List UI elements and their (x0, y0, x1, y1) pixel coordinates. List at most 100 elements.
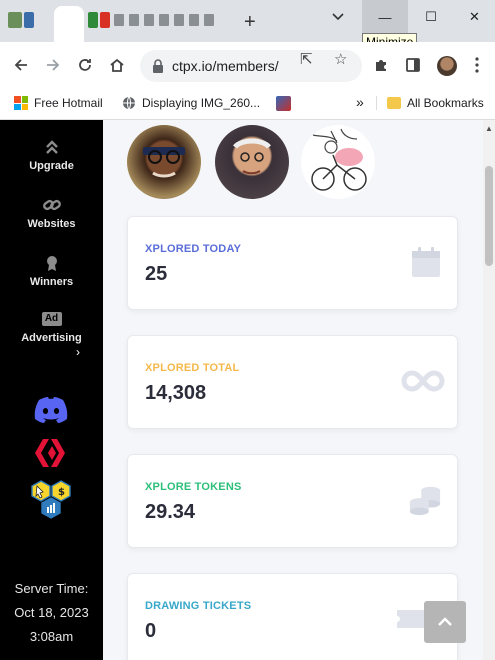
discord-icon (34, 397, 68, 423)
avatar-face-illustration (233, 138, 271, 175)
all-bookmarks-button[interactable]: All Bookmarks (376, 96, 484, 110)
lock-icon[interactable] (152, 59, 164, 73)
browser-menu-button[interactable] (466, 54, 488, 76)
minimize-button[interactable]: — (362, 0, 408, 34)
url-text[interactable]: ctpx.io/members/ (172, 58, 279, 74)
server-clock: 3:08am (29, 629, 74, 644)
infinity-icon (401, 370, 445, 392)
member-sidebar: Upgrade Websites Winners Ad Advertising … (0, 120, 103, 660)
medal-icon (46, 256, 57, 271)
close-icon: ✕ (469, 9, 480, 24)
home-button[interactable] (106, 54, 128, 76)
scroll-to-top-button[interactable] (424, 601, 466, 643)
bookmark-star-icon[interactable]: ☆ (334, 50, 347, 68)
member-avatar-2[interactable] (215, 125, 289, 199)
home-icon (110, 58, 124, 72)
bookmark-image-icon[interactable] (276, 96, 291, 111)
sidebar-item-label: Websites (27, 218, 76, 230)
globe-icon (123, 96, 135, 110)
discord-link[interactable] (33, 396, 69, 429)
forward-button[interactable] (42, 54, 64, 76)
side-panel-icon (406, 58, 420, 72)
scroll-up-arrow-icon[interactable]: ▲ (485, 124, 493, 133)
avatar-cartoon-illustration (311, 128, 367, 191)
sidebar-item-label: Winners (29, 276, 74, 288)
stat-value: 25 (145, 263, 168, 285)
close-window-button[interactable]: ✕ (454, 0, 495, 34)
page-scrollbar[interactable]: ▲ (483, 120, 495, 660)
bookmark-label: Displaying IMG_260... (142, 96, 261, 110)
bookmark-displaying-img[interactable]: Displaying IMG_260... (122, 96, 260, 110)
stat-card-xplored-today: XPLORED TODAY 25 (127, 216, 458, 310)
chevron-right-icon[interactable]: › (76, 345, 80, 359)
share-icon[interactable]: ⇱ (300, 50, 313, 68)
tab-favicon-1[interactable] (8, 12, 22, 28)
address-bar[interactable]: ctpx.io/members/ (140, 50, 362, 82)
mini-tab-4[interactable] (159, 14, 169, 26)
member-avatar-3[interactable] (301, 125, 375, 199)
mini-tab-5[interactable] (174, 14, 184, 26)
main-content: XPLORED TODAY 25 XPLORED TOTAL 14,308 XP… (103, 120, 483, 660)
new-tab-button[interactable]: + (244, 12, 256, 32)
bookmarks-overflow-button[interactable]: » (356, 94, 364, 110)
reload-icon (79, 59, 91, 71)
mini-tab-6[interactable] (189, 14, 199, 26)
reload-button[interactable] (74, 54, 96, 76)
mini-tab-2[interactable] (129, 14, 139, 26)
puzzle-icon (376, 60, 386, 71)
stat-label: XPLORE TOKENS (145, 481, 242, 493)
minimize-icon: — (378, 9, 392, 25)
tab-favicon-2[interactable] (24, 12, 34, 28)
bookmark-label: Free Hotmail (34, 96, 103, 110)
profile-avatar[interactable] (437, 56, 457, 76)
avatar-face-illustration (143, 147, 185, 178)
server-date: Oct 18, 2023 (14, 605, 89, 620)
stat-label: XPLORED TOTAL (145, 362, 240, 374)
scrollbar-thumb[interactable] (485, 166, 493, 266)
mini-tab-7[interactable] (204, 14, 214, 26)
sidebar-item-winners[interactable]: Winners (0, 254, 103, 288)
server-time-label: Server Time: (14, 581, 89, 596)
hive-link[interactable] (34, 438, 68, 473)
ctpx-token-icon: $ (31, 480, 71, 519)
chevron-down-icon (332, 13, 344, 21)
stat-label: DRAWING TICKETS (145, 600, 252, 612)
gmail-tab-icon[interactable] (100, 12, 110, 28)
tab-search-button[interactable] (316, 0, 360, 34)
active-tab[interactable]: × (54, 6, 123, 42)
stat-label: XPLORED TODAY (145, 243, 242, 255)
bookmark-label: All Bookmarks (407, 96, 484, 110)
extensions-button[interactable] (370, 54, 392, 76)
browser-toolbar: ctpx.io/members/ ⇱ ☆ (0, 42, 495, 88)
stat-value: 0 (145, 620, 157, 642)
mini-tab-3[interactable] (144, 14, 154, 26)
microsoft-logo-icon (14, 96, 28, 110)
svg-text:$: $ (58, 487, 65, 498)
maximize-button[interactable]: ☐ (408, 0, 454, 34)
link-icon (42, 199, 61, 211)
stat-card-xplore-tokens: XPLORE TOKENS 29.34 (127, 454, 458, 548)
tab-favicon-3[interactable] (88, 12, 98, 28)
stat-value: 14,308 (145, 382, 207, 404)
calendar-icon (412, 247, 440, 277)
stat-value: 29.34 (145, 501, 196, 523)
member-avatar-1[interactable] (127, 125, 201, 199)
ctpx-token-link[interactable]: $ (30, 480, 72, 525)
mini-tab-1[interactable] (114, 14, 124, 26)
kebab-menu-icon (475, 57, 479, 73)
coins-icon (409, 486, 441, 516)
arrow-right-icon (47, 59, 60, 71)
back-button[interactable] (10, 54, 32, 76)
chevron-up-icon (438, 617, 452, 626)
sidebar-item-websites[interactable]: Websites (0, 196, 103, 230)
chevrons-up-icon (45, 140, 58, 154)
side-panel-button[interactable] (402, 54, 424, 76)
sidebar-item-advertising[interactable]: Ad Advertising (0, 312, 103, 344)
sidebar-item-label: Upgrade (29, 160, 74, 172)
sidebar-item-label: Advertising (21, 332, 82, 344)
sidebar-item-upgrade[interactable]: Upgrade (0, 138, 103, 172)
hive-icon (35, 439, 65, 467)
bookmark-free-hotmail[interactable]: Free Hotmail (14, 96, 103, 110)
folder-icon (387, 97, 401, 109)
picture-icon (276, 96, 291, 111)
